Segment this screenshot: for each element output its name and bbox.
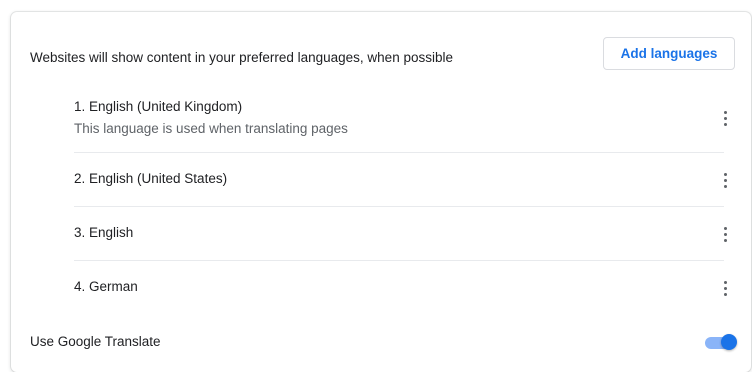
language-item-english-us: 2. English (United States)	[74, 153, 727, 207]
language-name: 1. English (United Kingdom)	[74, 99, 243, 114]
google-translate-toggle[interactable]	[703, 332, 739, 352]
language-item-english-uk: 1. English (United Kingdom) This languag…	[74, 84, 727, 153]
more-vert-icon[interactable]	[715, 168, 735, 192]
language-note: This language is used when translating p…	[74, 121, 348, 136]
language-name: 4. German	[74, 279, 138, 294]
google-translate-label: Use Google Translate	[30, 334, 161, 349]
languages-header: Websites will show content in your prefe…	[11, 12, 751, 92]
more-vert-icon[interactable]	[715, 106, 735, 130]
toggle-knob	[721, 334, 737, 350]
more-vert-icon[interactable]	[715, 222, 735, 246]
language-item-english: 3. English	[74, 207, 727, 261]
language-item-german: 4. German	[74, 261, 727, 315]
languages-description: Websites will show content in your prefe…	[30, 50, 453, 65]
languages-card: Websites will show content in your prefe…	[11, 12, 751, 372]
language-name: 2. English (United States)	[74, 171, 228, 186]
more-vert-icon[interactable]	[715, 276, 735, 300]
add-languages-button[interactable]: Add languages	[603, 37, 735, 70]
language-name: 3. English	[74, 225, 134, 240]
language-list: 1. English (United Kingdom) This languag…	[74, 84, 727, 315]
google-translate-row: Use Google Translate	[11, 322, 751, 362]
